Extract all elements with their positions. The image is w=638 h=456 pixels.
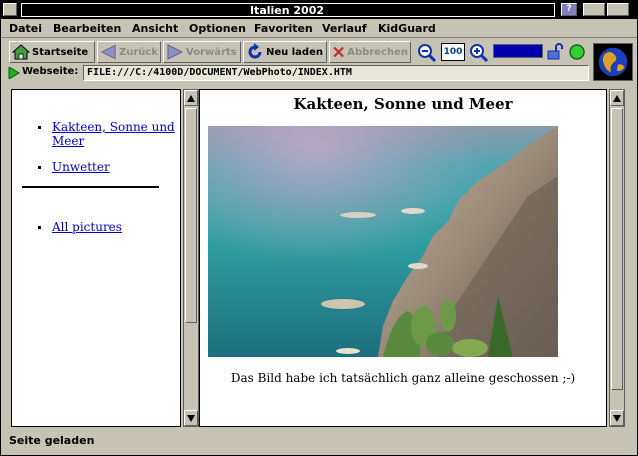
left-scrollbar[interactable] [183, 89, 199, 427]
iconify-button[interactable] [583, 3, 605, 16]
reload-icon [248, 43, 262, 59]
browser-window: Italien 2002 ? Datei Bearbeiten Ansicht … [0, 0, 638, 456]
fuller-button[interactable] [607, 3, 629, 16]
globe-icon [593, 43, 633, 81]
arrow-right-icon [167, 44, 184, 60]
photo-caption: Das Bild habe ich tatsächlich ganz allei… [230, 371, 576, 385]
menu-favoriten[interactable]: Favoriten [254, 22, 313, 35]
nav-link-list-2: All pictures [38, 220, 177, 246]
status-light-icon [569, 44, 585, 60]
address-label: Webseite: [22, 66, 79, 77]
reload-button[interactable]: Neu laden [243, 41, 327, 63]
list-item: Kakteen, Sonne und Meer [38, 120, 177, 148]
zoom-in-icon[interactable] [469, 43, 489, 63]
stop-x-icon [333, 46, 344, 58]
link-unwetter[interactable]: Unwetter [52, 160, 110, 174]
navigation-frame: Kakteen, Sonne und Meer Unwetter All pic… [11, 89, 181, 427]
coast-photo[interactable] [208, 126, 558, 357]
arrow-left-icon [100, 44, 116, 60]
horizontal-rule [22, 186, 159, 188]
scroll-thumb[interactable] [185, 108, 197, 323]
status-text: Seite geladen [9, 434, 95, 447]
house-icon [12, 44, 30, 60]
nav-link-list: Kakteen, Sonne und Meer Unwetter [38, 120, 177, 186]
menu-datei[interactable]: Datei [9, 22, 42, 35]
page-title: Kakteen, Sonne und Meer [293, 95, 513, 113]
open-lock-icon [547, 43, 563, 60]
play-arrow-icon [8, 67, 20, 79]
title-bar: Italien 2002 ? [1, 1, 637, 19]
reload-label: Neu laden [266, 46, 323, 58]
menu-verlauf[interactable]: Verlauf [322, 22, 367, 35]
home-button[interactable]: Startseite [9, 41, 95, 63]
menu-bar: Datei Bearbeiten Ansicht Optionen Favori… [1, 19, 637, 38]
scroll-down-arrow-icon[interactable] [184, 410, 198, 426]
forward-label: Vorwärts [186, 46, 237, 58]
stop-label: Abbrechen [347, 46, 408, 58]
stop-button[interactable]: Abbrechen [329, 41, 411, 63]
scroll-up-arrow-icon[interactable] [184, 90, 198, 106]
menu-bearbeiten[interactable]: Bearbeiten [53, 22, 121, 35]
scroll-up-arrow-icon[interactable] [610, 90, 624, 106]
help-button[interactable]: ? [561, 3, 577, 16]
toolbar: Startseite Zurück Vorwärts Neu laden Abb… [1, 39, 637, 65]
menu-optionen[interactable]: Optionen [189, 22, 246, 35]
menu-ansicht[interactable]: Ansicht [132, 22, 178, 35]
zoom-out-icon[interactable] [417, 43, 437, 63]
link-all-pictures[interactable]: All pictures [52, 220, 122, 234]
scroll-thumb[interactable] [611, 108, 623, 390]
content-frame: Kakteen, Sonne und Meer Das Bild habe ic… [199, 89, 607, 427]
menu-kidguard[interactable]: KidGuard [378, 22, 436, 35]
window-title: Italien 2002 [249, 4, 325, 17]
home-label: Startseite [32, 46, 89, 58]
list-item: All pictures [38, 220, 177, 234]
scroll-down-arrow-icon[interactable] [610, 410, 624, 426]
address-bar: Webseite: FILE:///C:/4100D/DOCUMENT/WebP… [1, 65, 591, 81]
progress-bar [493, 44, 543, 58]
zoom-level[interactable]: 100 [441, 43, 465, 61]
address-input[interactable]: FILE:///C:/4100D/DOCUMENT/WebPhoto/INDEX… [83, 65, 589, 81]
back-button[interactable]: Zurück [97, 41, 161, 63]
list-item: Unwetter [38, 160, 177, 174]
back-label: Zurück [119, 46, 158, 58]
forward-button[interactable]: Vorwärts [163, 41, 241, 63]
link-kakteen[interactable]: Kakteen, Sonne und Meer [52, 120, 175, 148]
close-button[interactable] [3, 3, 17, 16]
right-scrollbar[interactable] [609, 89, 625, 427]
